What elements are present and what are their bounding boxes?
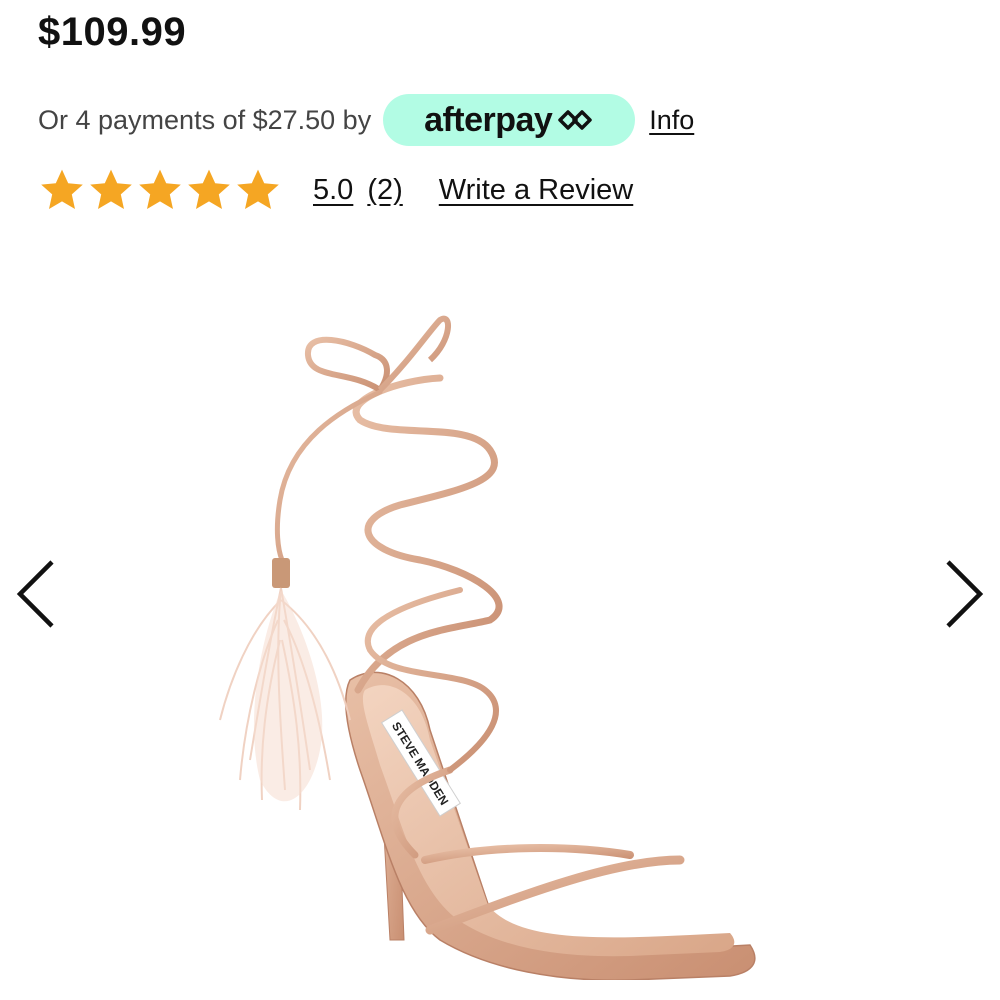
review-count-link[interactable]: (2) [367,174,402,207]
afterpay-arrows-icon [556,108,594,132]
chevron-right-icon [946,560,984,628]
afterpay-wordmark: afterpay [424,100,553,139]
installment-row: Or 4 payments of $27.50 by afterpay Info [38,94,694,146]
product-price: $109.99 [38,10,187,54]
afterpay-info-link[interactable]: Info [649,105,694,136]
carousel-next-button[interactable] [942,558,986,630]
afterpay-badge[interactable]: afterpay [383,94,636,146]
star-icon [237,169,279,209]
product-image-sandal[interactable]: STEVE MADDEN [190,300,770,980]
star-icon [188,169,230,209]
rating-row: 5.0 (2) Write a Review [38,160,633,220]
star-icon [90,169,132,209]
carousel-prev-button[interactable] [14,558,58,630]
star-icon [139,169,181,209]
star-rating[interactable] [38,166,283,214]
product-detail-page: $109.99 Or 4 payments of $27.50 by after… [0,0,1000,1000]
write-review-link[interactable]: Write a Review [439,174,633,207]
chevron-left-icon [16,560,54,628]
installment-text: Or 4 payments of $27.50 by [38,104,372,135]
star-icon [41,169,83,209]
product-image-carousel[interactable]: STEVE MADDEN [0,240,1000,1000]
rating-value-link[interactable]: 5.0 [313,174,353,207]
